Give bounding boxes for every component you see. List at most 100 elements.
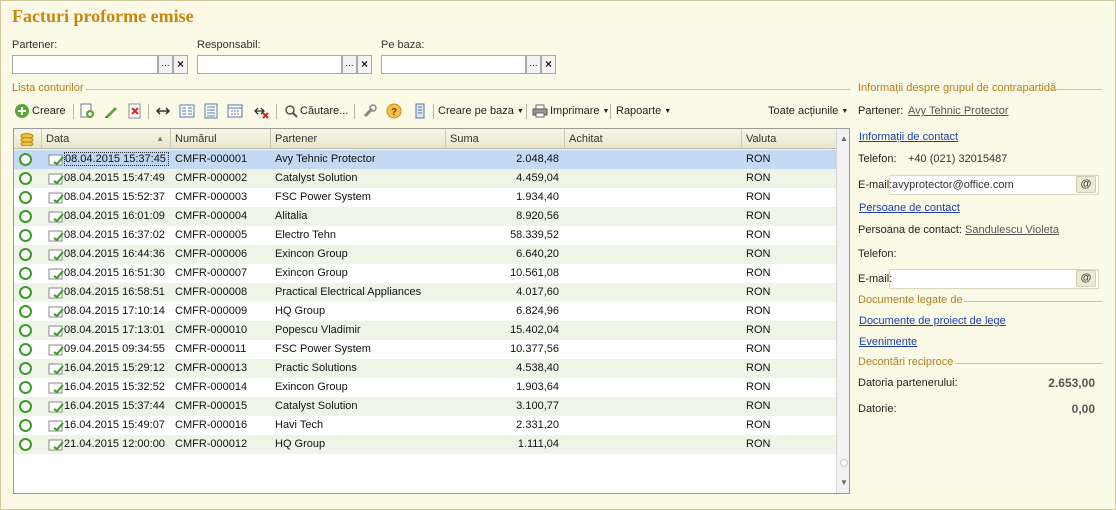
cell-partner: Avy Tehnic Protector [275,153,376,165]
help-icon[interactable]: ? [386,103,402,119]
events-link[interactable]: Evenimente [859,336,917,348]
based-on-filter-input[interactable] [381,55,526,74]
table-row[interactable]: 08.04.2015 16:37:02 CMFR-000005 Electro Te… [14,226,836,245]
header-partner[interactable]: Partener [271,129,446,149]
cell-paid [565,207,742,226]
table-row[interactable]: 16.04.2015 15:29:12 CMFR-000013 Practic So… [14,359,836,378]
table-row[interactable]: 08.04.2015 16:01:09 CMFR-000004 Alitalia 8.… [14,207,836,226]
cell-date: 08.04.2015 16:51:30 [64,267,165,279]
toolbar-separator [610,104,611,119]
status-circle-icon [19,419,32,432]
partner-filter-input[interactable] [12,55,158,74]
contact-person-value-link[interactable]: Sandulescu Violeta [965,224,1059,236]
header-date[interactable]: Data ▲ [42,129,171,149]
cell-date: 08.04.2015 15:47:49 [64,172,165,184]
table-row[interactable]: 16.04.2015 15:49:07 CMFR-000016 Havi Tech 2… [14,416,836,435]
invoices-table[interactable]: Data ▲ Numărul Partener Suma Achitat Val… [13,128,850,494]
refresh-icon[interactable] [155,103,171,119]
search-icon [285,105,298,118]
table-header: Data ▲ Numărul Partener Suma Achitat Val… [14,129,836,149]
table-row[interactable]: 08.04.2015 16:51:30 CMFR-000007 Exincon Gr… [14,264,836,283]
list-section-title: Lista conturilor [12,82,84,94]
create-based-on-menu[interactable]: Creare pe baza ▼ [438,101,524,121]
cell-currency: RON [746,381,771,393]
toolbar-separator [354,104,355,119]
scroll-down-icon[interactable]: ▼ [837,475,849,491]
table-row[interactable]: 08.04.2015 15:37:45 CMFR-000001 Avy Tehnic… [14,150,836,169]
cell-date: 16.04.2015 15:37:44 [64,400,165,412]
table-row[interactable]: 08.04.2015 15:47:49 CMFR-000002 Catalyst S… [14,169,836,188]
scroll-thumb[interactable] [840,459,848,467]
search-button[interactable]: Căutare... [284,101,348,121]
cell-paid [565,435,742,454]
cell-number: CMFR-000009 [175,305,248,317]
header-number[interactable]: Numărul [171,129,271,149]
tree-view-icon[interactable] [203,103,219,119]
cell-date: 08.04.2015 16:44:36 [64,248,165,260]
scroll-up-icon[interactable]: ▲ [837,131,849,147]
vertical-scrollbar[interactable]: ▲ ▼ [836,129,849,493]
partner-filter-select-button[interactable]: ... [158,55,173,74]
cell-partner: FSC Power System [275,191,371,203]
table-row[interactable]: 09.04.2015 09:34:55 CMFR-000011 FSC Power … [14,340,836,359]
cell-partner: Exincon Group [275,381,348,393]
cell-paid [565,321,742,340]
table-row[interactable]: 08.04.2015 16:44:36 CMFR-000006 Exincon Gr… [14,245,836,264]
settings-icon[interactable] [362,103,378,119]
draft-docs-link[interactable]: Documente de proiect de lege [859,315,1006,327]
list-view-icon[interactable] [179,103,195,119]
cell-currency: RON [746,362,771,374]
print-menu[interactable]: Imprimare ▼ [532,101,609,121]
toolbar-separator [148,104,149,119]
responsible-filter-select-button[interactable]: ... [342,55,357,74]
counterparty-section-divider [1052,89,1102,90]
contact-info-link[interactable]: Informații de contact [859,131,958,143]
create-button[interactable]: Creare [14,101,66,121]
cell-number: CMFR-000001 [175,153,248,165]
cell-number: CMFR-000007 [175,267,248,279]
responsible-filter-input[interactable] [197,55,342,74]
status-circle-icon [19,400,32,413]
toolbar-separator [73,104,74,119]
send-email2-button[interactable]: @ [1076,270,1096,287]
partner-filter-clear-button[interactable]: × [173,55,188,74]
send-email-button[interactable]: @ [1076,176,1096,193]
header-currency[interactable]: Valuta [742,129,836,149]
contact-persons-link[interactable]: Persoane de contact [859,202,960,214]
settlements-section-title: Decontări reciproce [858,356,954,368]
table-row[interactable]: 21.04.2015 12:00:00 CMFR-000012 HQ Group 1.… [14,435,836,454]
based-on-filter-clear-button[interactable]: × [541,55,556,74]
selected-date-text: 08.04.2015 15:37:45 [64,152,169,166]
partner-value-link[interactable]: Avy Tehnic Protector [908,105,1008,117]
header-paid[interactable]: Achitat [565,129,742,149]
calendar-icon[interactable] [227,103,243,119]
cell-currency: RON [746,400,771,412]
delete-icon[interactable] [127,103,143,119]
status-circle-icon [19,324,32,337]
cell-currency: RON [746,248,771,260]
cell-sum: 2.048,48 [516,153,559,165]
header-status-column[interactable] [14,129,42,149]
cell-partner: Havi Tech [275,419,324,431]
clear-filter-icon[interactable] [253,103,269,119]
status-circle-icon [19,191,32,204]
partner-debt-value: 2.653,00 [1048,376,1095,390]
table-row[interactable]: 08.04.2015 15:52:37 CMFR-000003 FSC Power … [14,188,836,207]
edit-icon[interactable] [103,103,119,119]
based-on-filter-label: Pe baza: [381,39,425,51]
all-actions-menu[interactable]: Toate acțiunile ▼ [768,101,848,121]
based-on-filter-select-button[interactable]: ... [526,55,541,74]
cell-sum: 15.402,04 [510,324,559,336]
post-icon[interactable] [412,103,428,119]
table-row[interactable]: 08.04.2015 17:10:14 CMFR-000009 HQ Group 6.… [14,302,836,321]
table-row[interactable]: 08.04.2015 16:58:51 CMFR-000008 Practical … [14,283,836,302]
table-row[interactable]: 08.04.2015 17:13:01 CMFR-000010 Popescu Vl… [14,321,836,340]
reports-menu[interactable]: Rapoarte ▼ [616,101,671,121]
table-row[interactable]: 16.04.2015 15:37:44 CMFR-000015 Catalyst S… [14,397,836,416]
print-icon [532,104,548,118]
copy-icon[interactable] [79,103,95,119]
responsible-filter-clear-button[interactable]: × [357,55,372,74]
header-sum[interactable]: Suma [446,129,565,149]
table-row[interactable]: 16.04.2015 15:32:52 CMFR-000014 Exincon Gr… [14,378,836,397]
cell-partner: Alitalia [275,210,308,222]
